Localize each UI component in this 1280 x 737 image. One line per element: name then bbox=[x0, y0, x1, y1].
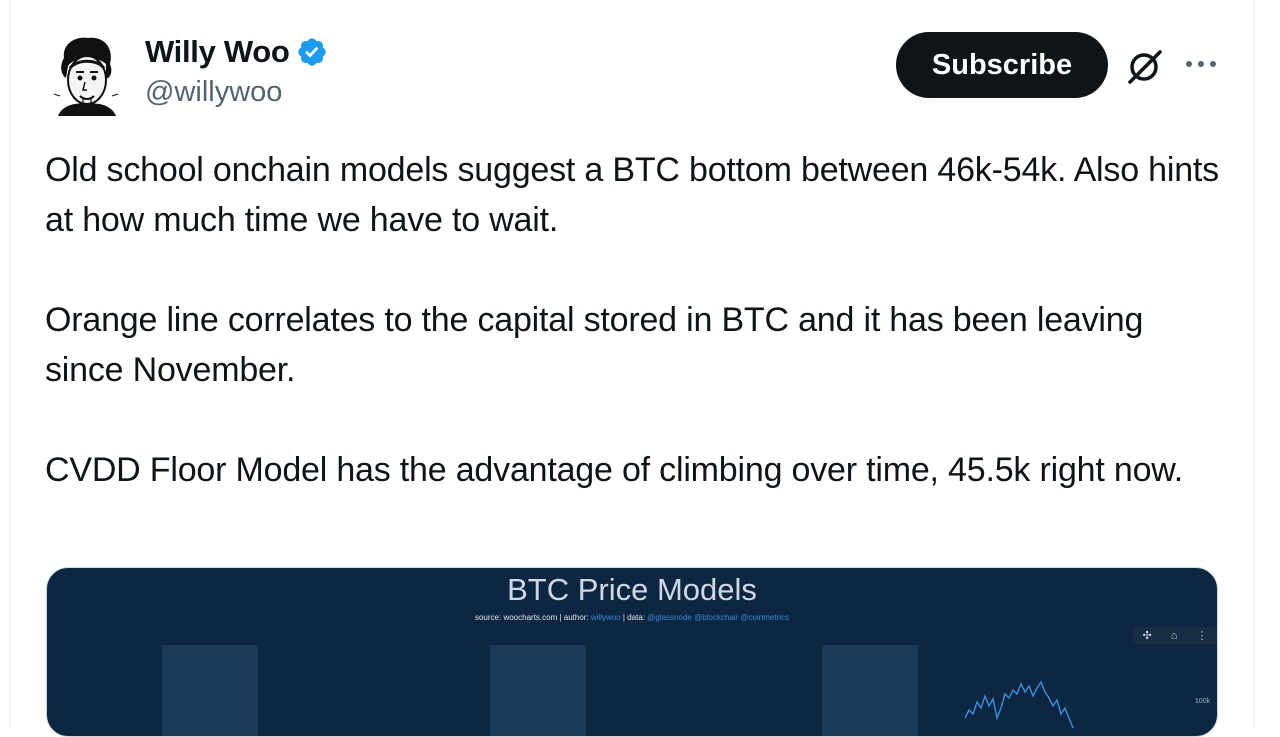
author-handle[interactable]: @willywoo bbox=[145, 76, 282, 109]
tweet-text: Old school onchain models suggest a BTC … bbox=[45, 145, 1225, 495]
avatar[interactable] bbox=[50, 34, 122, 116]
tweet-paragraph: Old school onchain models suggest a BTC … bbox=[45, 151, 1219, 239]
grok-icon[interactable] bbox=[1124, 46, 1164, 86]
tweet-paragraph: CVDD Floor Model has the advantage of cl… bbox=[45, 451, 1183, 489]
more-options-icon[interactable] bbox=[1184, 58, 1218, 70]
author-name-row[interactable]: Willy Woo bbox=[145, 34, 328, 70]
subscribe-button[interactable]: Subscribe bbox=[896, 32, 1108, 98]
tweet-media-image[interactable]: BTC Price Models source: woocharts.com |… bbox=[46, 567, 1218, 737]
btc-price-line bbox=[964, 680, 1074, 729]
axis-tick-label: 100k bbox=[1195, 698, 1211, 705]
verified-badge-icon bbox=[297, 38, 326, 66]
tweet-paragraph: Orange line correlates to the capital st… bbox=[45, 301, 1144, 389]
author-name[interactable]: Willy Woo bbox=[145, 34, 290, 70]
